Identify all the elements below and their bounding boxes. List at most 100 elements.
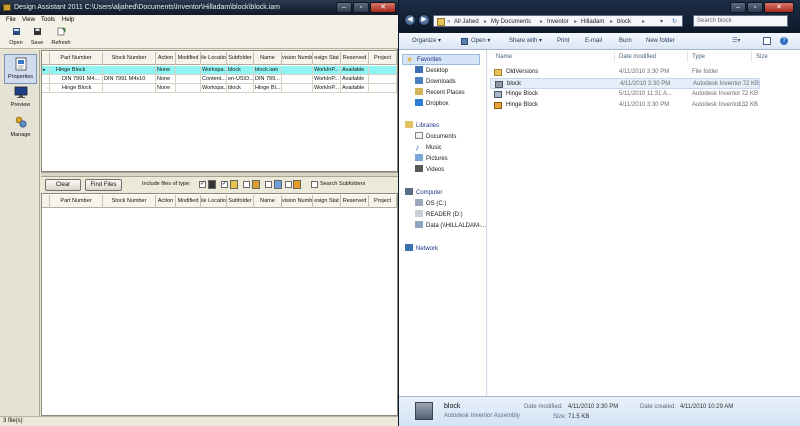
nav-item-desktop[interactable]: Desktop — [415, 66, 448, 77]
type-checkbox-1[interactable]: ✓ — [199, 181, 206, 188]
nav-favorites[interactable]: ★ Favorites — [402, 54, 480, 65]
search-input[interactable]: Search block — [693, 15, 788, 27]
close-button[interactable]: ✕ — [764, 2, 794, 13]
nav-item-pictures[interactable]: Pictures — [415, 154, 448, 165]
nav-item-network-drive[interactable]: Data (\\HILLALDAM-... — [415, 221, 486, 232]
column-divider[interactable] — [751, 52, 752, 62]
refresh-button[interactable]: Refresh — [50, 27, 72, 48]
preview-button[interactable]: Preview — [4, 83, 37, 113]
breadcrumb-item[interactable]: block — [617, 16, 631, 28]
col-size[interactable]: Size — [756, 52, 768, 62]
column-divider[interactable] — [614, 52, 615, 62]
col-revision-number[interactable]: vision Numb — [282, 52, 313, 65]
col-stock-number[interactable]: Stock Number — [103, 195, 156, 208]
col-reserved[interactable]: Reserved — [341, 195, 369, 208]
clear-button[interactable]: Clear — [45, 179, 81, 191]
col-project[interactable]: Project — [369, 195, 397, 208]
print-button[interactable]: Print — [557, 33, 569, 50]
col-file-location[interactable]: ile Locatio — [201, 195, 227, 208]
burn-button[interactable]: Burn — [619, 33, 632, 50]
save-button[interactable]: Save — [29, 27, 45, 48]
col-part-number[interactable]: Part Number — [50, 52, 103, 65]
expand-arrow-icon[interactable]: ▸ — [42, 66, 50, 75]
search-subfolders-checkbox[interactable] — [311, 181, 318, 188]
dropdown-icon[interactable]: ▾ — [660, 16, 663, 28]
nav-item-documents[interactable]: Documents — [415, 132, 456, 143]
nav-item-os-c[interactable]: OS (C:) — [415, 199, 446, 210]
forward-button[interactable]: ▶ — [418, 14, 430, 26]
new-folder-button[interactable]: New folder — [646, 33, 675, 50]
col-stock-number[interactable]: Stock Number — [103, 52, 156, 65]
find-files-button[interactable]: Find Files — [85, 179, 122, 191]
help-icon[interactable]: ? — [780, 37, 788, 45]
table-row[interactable]: ▸ Hinge Block None Workspa... block bloc… — [42, 66, 397, 75]
nav-network[interactable]: Network — [405, 244, 438, 255]
cell-action[interactable]: None — [156, 84, 176, 93]
preview-pane-icon[interactable] — [763, 37, 771, 45]
manage-button[interactable]: Manage — [4, 113, 37, 143]
col-date-modified[interactable]: Date modified — [619, 52, 656, 62]
table-row[interactable]: DIN 7991 M4... DIN 7991 M4x10 None Conte… — [42, 75, 397, 84]
nav-item-videos[interactable]: Videos — [415, 165, 444, 176]
column-divider[interactable] — [687, 52, 688, 62]
nav-computer[interactable]: Computer — [405, 188, 442, 199]
col-project[interactable]: Project — [369, 52, 397, 65]
col-action[interactable]: Action — [156, 52, 176, 65]
table-row[interactable]: Hinge Block None Workspa... block Hinge … — [42, 84, 397, 93]
close-button[interactable]: ✕ — [370, 2, 396, 13]
minimize-button[interactable]: – — [730, 2, 746, 13]
cell-action[interactable]: None — [156, 66, 176, 75]
type-checkbox-3[interactable] — [243, 181, 250, 188]
minimize-button[interactable]: – — [336, 2, 352, 13]
menu-file[interactable]: File — [6, 15, 16, 25]
share-with-button[interactable]: Share with ▾ — [509, 33, 542, 50]
list-item[interactable]: Hinge Block 5/11/2010 11:31 A... Autodes… — [490, 89, 760, 100]
col-subfolder[interactable]: Subfolder — [227, 52, 254, 65]
nav-libraries[interactable]: Libraries — [405, 121, 439, 132]
col-revision-number[interactable]: vision Numb — [282, 195, 313, 208]
menu-view[interactable]: View — [22, 15, 35, 25]
type-checkbox-4[interactable] — [265, 181, 272, 188]
col-name[interactable]: Name — [496, 52, 512, 62]
cell-action[interactable]: None — [156, 75, 176, 84]
col-type[interactable]: Type — [692, 52, 705, 62]
menu-tools[interactable]: Tools — [41, 15, 55, 25]
col-design-state[interactable]: esign Stat — [313, 52, 341, 65]
col-file-location[interactable]: ile Locatio — [201, 52, 227, 65]
properties-button[interactable]: Properties — [4, 54, 37, 84]
nav-item-reader-d[interactable]: READER (D:) — [415, 210, 463, 221]
maximize-button[interactable]: ▫ — [353, 2, 369, 13]
nav-item-dropbox[interactable]: Dropbox — [415, 99, 449, 110]
col-reserved[interactable]: Reserved — [341, 52, 369, 65]
col-subfolder[interactable]: Subfolder — [227, 195, 254, 208]
list-item[interactable]: Hinge Block 4/11/2010 3:30 PM Autodesk I… — [490, 100, 760, 111]
email-button[interactable]: E-mail — [585, 33, 602, 50]
col-name[interactable]: Name — [254, 195, 282, 208]
breadcrumb-item[interactable]: All Jahed — [454, 16, 479, 28]
open-button[interactable]: Open ▾ — [471, 33, 490, 50]
type-checkbox-2[interactable]: ✓ — [221, 181, 228, 188]
col-design-state[interactable]: esign Stat — [313, 195, 341, 208]
nav-item-music[interactable]: ♪ Music — [415, 143, 442, 154]
nav-item-recent-places[interactable]: Recent Places — [415, 88, 465, 99]
refresh-icon[interactable]: ↻ — [672, 16, 677, 28]
col-name[interactable]: Name — [254, 52, 282, 65]
col-modified[interactable]: Modified — [176, 52, 201, 65]
address-bar[interactable]: » All Jahed ▸ My Documents ▸ Inventor ▸ … — [433, 15, 683, 27]
nav-item-downloads[interactable]: Downloads — [415, 77, 456, 88]
open-button[interactable]: Open — [8, 27, 24, 48]
back-button[interactable]: ◀ — [404, 14, 416, 26]
breadcrumb-item[interactable]: Inventor — [547, 16, 569, 28]
view-options-icon[interactable]: ☰▾ — [732, 33, 740, 50]
col-action[interactable]: Action — [156, 195, 176, 208]
breadcrumb-item[interactable]: Hilladam — [581, 16, 604, 28]
organize-button[interactable]: Organize ▾ — [412, 33, 441, 50]
maximize-button[interactable]: ▫ — [747, 2, 763, 13]
list-item[interactable]: OldVersions 4/11/2010 3:30 PM File folde… — [490, 67, 760, 78]
breadcrumb-item[interactable]: My Documents — [491, 16, 531, 28]
menu-help[interactable]: Help — [62, 15, 74, 25]
col-modified[interactable]: Modified — [176, 195, 201, 208]
list-item[interactable]: block 4/11/2010 3:30 PM Autodesk Invento… — [490, 78, 760, 89]
type-checkbox-5[interactable] — [285, 181, 292, 188]
col-part-number[interactable]: Part Number — [50, 195, 103, 208]
